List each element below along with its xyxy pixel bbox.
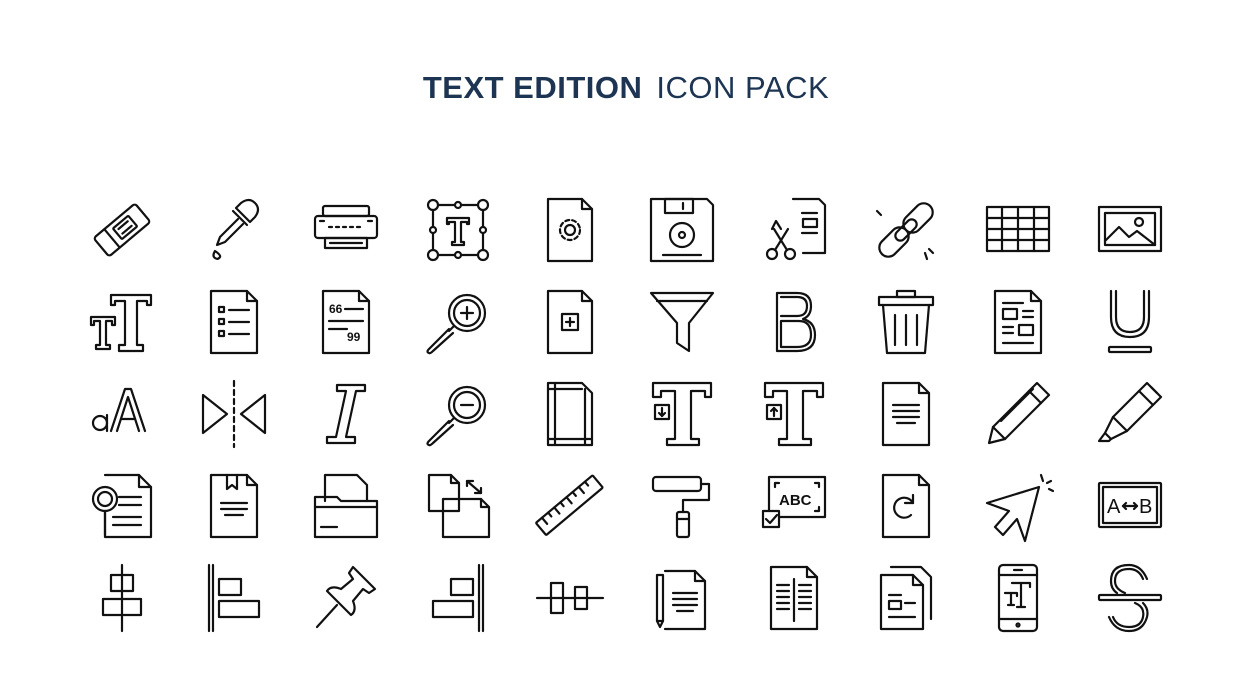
refresh-file-icon xyxy=(867,467,945,545)
replace-b-label: B xyxy=(1139,496,1152,518)
eyedropper-icon xyxy=(195,191,273,269)
paint-roller-icon xyxy=(643,467,721,545)
pin-icon xyxy=(307,559,385,637)
text-upload-icon xyxy=(755,375,833,453)
icon-grid: 66 99 ABC A B xyxy=(0,0,1252,700)
align-right-icon xyxy=(419,559,497,637)
bookmark-file-icon xyxy=(195,467,273,545)
quote-close: 99 xyxy=(347,330,361,344)
spell-check-icon: ABC xyxy=(755,467,833,545)
align-middle-icon xyxy=(531,559,609,637)
quote-file-icon: 66 99 xyxy=(307,283,385,361)
columns-file-icon xyxy=(755,559,833,637)
printer-icon xyxy=(307,191,385,269)
pencil-icon xyxy=(979,375,1057,453)
strikethrough-icon xyxy=(1091,559,1169,637)
bold-icon xyxy=(755,283,833,361)
text-box-icon xyxy=(419,191,497,269)
text-size-icon xyxy=(83,283,161,361)
write-file-icon xyxy=(643,559,721,637)
filter-icon xyxy=(643,283,721,361)
image-icon xyxy=(1091,191,1169,269)
eraser-icon xyxy=(83,191,161,269)
align-left-icon xyxy=(195,559,273,637)
ruler-icon xyxy=(531,467,609,545)
marker-icon xyxy=(1091,375,1169,453)
mobile-text-icon xyxy=(979,559,1057,637)
mirror-icon xyxy=(195,375,273,453)
folder-icon xyxy=(307,467,385,545)
zoom-in-icon xyxy=(419,283,497,361)
zoom-out-icon xyxy=(419,375,497,453)
layout-file-icon xyxy=(979,283,1057,361)
search-file-icon xyxy=(83,467,161,545)
case-icon xyxy=(83,375,161,453)
trash-icon xyxy=(867,283,945,361)
link-icon xyxy=(867,191,945,269)
resize-file-icon xyxy=(419,467,497,545)
page-margins-icon xyxy=(531,375,609,453)
align-text-file-icon xyxy=(867,375,945,453)
abc-label: ABC xyxy=(779,492,812,509)
cut-file-icon xyxy=(755,191,833,269)
cursor-icon xyxy=(979,467,1057,545)
italic-icon xyxy=(307,375,385,453)
add-file-icon xyxy=(531,283,609,361)
copy-file-icon xyxy=(867,559,945,637)
quote-open: 66 xyxy=(329,302,343,316)
align-center-icon xyxy=(83,559,161,637)
replace-a-label: A xyxy=(1107,496,1121,518)
text-replace-icon: A B xyxy=(1091,467,1169,545)
list-file-icon xyxy=(195,283,273,361)
floppy-disk-icon xyxy=(643,191,721,269)
file-settings-icon xyxy=(531,191,609,269)
table-icon xyxy=(979,191,1057,269)
underline-icon xyxy=(1091,283,1169,361)
text-download-icon xyxy=(643,375,721,453)
